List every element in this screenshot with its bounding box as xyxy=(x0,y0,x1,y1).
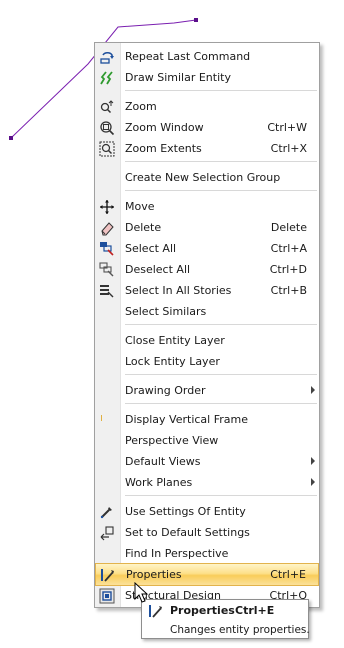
tooltip-shortcut: Ctrl+E xyxy=(235,604,275,617)
menu-item-lock-entity-layer[interactable]: Lock Entity Layer xyxy=(95,351,319,372)
tooltip-title: Properties xyxy=(170,604,235,617)
menu-separator xyxy=(125,161,317,162)
menu-item-label: Select All xyxy=(125,242,177,255)
structural-design-icon xyxy=(99,588,115,604)
menu-separator xyxy=(125,403,317,404)
menu-item-label: Default Views xyxy=(125,455,201,468)
menu-item-select-all[interactable]: Select All Ctrl+A xyxy=(95,238,319,259)
menu-item-shortcut: Delete xyxy=(270,221,307,234)
draw-similar-icon xyxy=(100,71,113,85)
menu-item-label: Draw Similar Entity xyxy=(125,71,231,84)
menu-item-label: Close Entity Layer xyxy=(125,334,225,347)
menu-item-label: Set to Default Settings xyxy=(125,526,250,539)
properties-tooltip: Properties Ctrl+E Changes entity propert… xyxy=(141,599,310,639)
menu-item-shortcut: Ctrl+E xyxy=(270,568,306,581)
menu-separator xyxy=(125,495,317,496)
menu-item-find-in-perspective[interactable]: Find In Perspective xyxy=(95,543,319,564)
menu-item-label: Move xyxy=(125,200,155,213)
menu-separator xyxy=(125,374,317,375)
menu-item-label: Zoom Window xyxy=(125,121,204,134)
menu-item-delete[interactable]: Delete Delete xyxy=(95,217,319,238)
submenu-arrow-icon xyxy=(311,478,315,486)
menu-item-label: Select In All Stories xyxy=(125,284,232,297)
select-stories-icon xyxy=(100,285,114,298)
menu-item-shortcut: Ctrl+X xyxy=(270,142,307,155)
select-all-icon xyxy=(100,242,114,256)
eyedropper-icon xyxy=(100,507,112,519)
menu-item-create-new-selection-group[interactable]: Create New Selection Group xyxy=(95,167,319,188)
menu-item-drawing-order[interactable]: Drawing Order xyxy=(95,380,319,401)
menu-item-label: Delete xyxy=(125,221,162,234)
tooltip-description: Changes entity properties. xyxy=(170,624,310,636)
eraser-icon xyxy=(101,222,114,236)
menu-item-label: Drawing Order xyxy=(125,384,206,397)
menu-item-label: Lock Entity Layer xyxy=(125,355,220,368)
menu-item-zoom[interactable]: Zoom xyxy=(95,96,319,117)
properties-icon xyxy=(101,569,114,582)
submenu-arrow-icon xyxy=(311,386,315,394)
move-icon xyxy=(100,200,114,214)
menu-item-select-in-all-stories[interactable]: Select In All Stories Ctrl+B xyxy=(95,280,319,301)
menu-item-work-planes[interactable]: Work Planes xyxy=(95,472,319,493)
menu-item-label: Display Vertical Frame xyxy=(125,413,248,426)
menu-item-label: Zoom Extents xyxy=(125,142,202,155)
menu-item-zoom-window[interactable]: Zoom Window Ctrl+W xyxy=(95,117,319,138)
deselect-all-icon xyxy=(99,262,114,277)
menu-item-label: Deselect All xyxy=(125,263,191,276)
menu-item-label: Perspective View xyxy=(125,434,219,447)
menu-item-shortcut: Ctrl+A xyxy=(270,242,307,255)
menu-item-default-views[interactable]: Default Views xyxy=(95,451,319,472)
zoom-extents-icon xyxy=(99,141,115,157)
menu-separator xyxy=(125,324,317,325)
menu-item-label: Work Planes xyxy=(125,476,193,489)
menu-separator xyxy=(125,90,317,91)
menu-item-label: Create New Selection Group xyxy=(125,171,281,184)
properties-icon xyxy=(149,605,162,618)
mouse-cursor-icon xyxy=(134,582,148,603)
menu-item-label: Zoom xyxy=(125,100,157,113)
zoom-icon xyxy=(100,100,114,114)
menu-item-properties[interactable]: Properties Ctrl+E xyxy=(95,563,319,586)
context-menu: Repeat Last Command Draw Similar Entity … xyxy=(94,42,320,608)
menu-item-repeat-last-command[interactable]: Repeat Last Command xyxy=(95,46,319,67)
submenu-arrow-icon xyxy=(311,457,315,465)
menu-item-use-settings-of-entity[interactable]: Use Settings Of Entity xyxy=(95,501,319,522)
menu-item-zoom-extents[interactable]: Zoom Extents Ctrl+X xyxy=(95,138,319,159)
menu-item-deselect-all[interactable]: Deselect All Ctrl+D xyxy=(95,259,319,280)
repeat-icon xyxy=(100,51,114,64)
menu-separator xyxy=(125,190,317,191)
menu-item-shortcut: Ctrl+D xyxy=(269,263,307,276)
menu-item-perspective-view[interactable]: Perspective View xyxy=(95,430,319,451)
vertical-frame-icon xyxy=(101,415,102,421)
default-settings-icon xyxy=(100,526,114,541)
menu-item-label: Select Similars xyxy=(125,305,207,318)
menu-item-display-vertical-frame[interactable]: Display Vertical Frame xyxy=(95,409,319,430)
menu-item-label: Use Settings Of Entity xyxy=(125,505,246,518)
menu-item-draw-similar-entity[interactable]: Draw Similar Entity xyxy=(95,67,319,88)
menu-item-label: Properties xyxy=(126,568,182,581)
menu-item-move[interactable]: Move xyxy=(95,196,319,217)
menu-item-label: Find In Perspective xyxy=(125,547,229,560)
menu-item-select-similars[interactable]: Select Similars xyxy=(95,301,319,322)
menu-item-shortcut: Ctrl+W xyxy=(267,121,307,134)
menu-item-set-to-default-settings[interactable]: Set to Default Settings xyxy=(95,522,319,543)
menu-item-shortcut: Ctrl+B xyxy=(270,284,307,297)
menu-item-label: Repeat Last Command xyxy=(125,50,251,63)
zoom-window-icon xyxy=(100,121,115,136)
menu-item-close-entity-layer[interactable]: Close Entity Layer xyxy=(95,330,319,351)
